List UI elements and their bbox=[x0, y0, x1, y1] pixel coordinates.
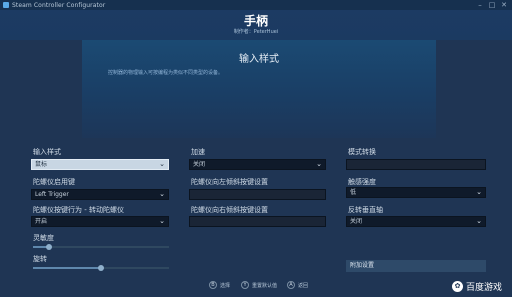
minimize-button[interactable]: – bbox=[474, 0, 486, 10]
maximize-button[interactable]: □ bbox=[486, 0, 498, 10]
author-label: 制作者：PeterHuei bbox=[233, 29, 279, 35]
chevron-down-icon: ⌄ bbox=[476, 188, 482, 196]
sensitivity-knob[interactable] bbox=[46, 244, 53, 250]
extra-settings-button[interactable]: 附加设置 bbox=[346, 260, 486, 272]
haptics-select[interactable]: 低 ⌄ bbox=[346, 187, 486, 198]
chevron-down-icon: ⌄ bbox=[316, 160, 322, 168]
input-style-value: 鼠标 bbox=[35, 161, 48, 168]
window-controls: – □ ✕ bbox=[474, 0, 510, 10]
invert-vertical-value: 关闭 bbox=[350, 218, 363, 225]
back-hint-label: 返回 bbox=[298, 282, 309, 289]
rotation-knob[interactable] bbox=[98, 265, 104, 271]
footer-bar: B 选择 Y 重置默认值 A 返回 bbox=[0, 277, 512, 297]
select-hint[interactable]: B 选择 bbox=[209, 281, 230, 289]
gyro-behavior-value: 开启 bbox=[35, 218, 48, 225]
a-button-icon: A bbox=[287, 281, 295, 289]
y-button-icon: Y bbox=[241, 281, 249, 289]
invert-vertical-label: 反转垂直轴 bbox=[348, 206, 383, 214]
input-style-label: 输入样式 bbox=[33, 148, 61, 156]
back-hint[interactable]: A 返回 bbox=[287, 281, 308, 289]
gyro-enable-label: 陀螺仪启用键 bbox=[33, 178, 75, 186]
mode-shift-label: 模式转换 bbox=[348, 148, 376, 156]
page-header: 手柄 制作者：PeterHuei bbox=[0, 10, 512, 40]
left-tilt-label: 陀螺仪向左倾斜按键设置 bbox=[191, 178, 268, 186]
steam-app-icon bbox=[3, 2, 9, 8]
select-hint-label: 选择 bbox=[220, 282, 231, 289]
gyro-behavior-select[interactable]: 开启 ⌄ bbox=[31, 216, 169, 227]
right-tilt-label: 陀螺仪向右倾斜按键设置 bbox=[191, 206, 268, 214]
paw-logo-icon: ✿ bbox=[452, 281, 463, 292]
chevron-down-icon: ⌄ bbox=[476, 217, 482, 225]
mode-shift-field[interactable] bbox=[346, 159, 486, 170]
input-style-select[interactable]: 鼠标 ⌄ bbox=[31, 159, 169, 170]
gyro-enable-value: Left Trigger bbox=[35, 191, 69, 198]
b-button-icon: B bbox=[209, 281, 217, 289]
page-title: 手柄 bbox=[243, 14, 268, 28]
info-panel: 输入样式 控制器的物理输入可按编程为类似不同类型的设备。 bbox=[82, 40, 436, 138]
rotation-fill bbox=[33, 267, 101, 269]
gyro-behavior-label: 陀螺仪按键行为 - 转动陀螺仪 bbox=[33, 206, 124, 214]
panel-title: 输入样式 bbox=[239, 54, 279, 65]
chevron-down-icon: ⌄ bbox=[159, 217, 165, 225]
accel-select[interactable]: 关闭 ⌄ bbox=[189, 159, 326, 170]
chevron-down-icon: ⌄ bbox=[159, 190, 165, 198]
invert-vertical-select[interactable]: 关闭 ⌄ bbox=[346, 216, 486, 227]
haptics-value: 低 bbox=[350, 189, 357, 196]
reset-hint[interactable]: Y 重置默认值 bbox=[241, 281, 277, 289]
sensitivity-slider[interactable] bbox=[33, 244, 169, 250]
gyro-enable-select[interactable]: Left Trigger ⌄ bbox=[31, 189, 169, 200]
left-tilt-binding-field[interactable] bbox=[189, 189, 326, 200]
reset-hint-label: 重置默认值 bbox=[252, 282, 278, 289]
chevron-down-icon: ⌄ bbox=[159, 160, 165, 168]
haptics-label: 触感强度 bbox=[348, 178, 376, 186]
watermark: ✿ 百度游戏 bbox=[452, 280, 502, 293]
window-title: Steam Controller Configurator bbox=[12, 1, 106, 9]
rotation-slider[interactable] bbox=[33, 265, 169, 271]
watermark-text: 百度游戏 bbox=[466, 283, 503, 293]
rotation-label: 旋转 bbox=[33, 255, 47, 263]
accel-value: 关闭 bbox=[193, 161, 206, 168]
close-button[interactable]: ✕ bbox=[498, 0, 510, 10]
right-tilt-binding-field[interactable] bbox=[189, 216, 326, 227]
panel-description: 控制器的物理输入可按编程为类似不同类型的设备。 bbox=[108, 70, 224, 76]
sensitivity-label: 灵敏度 bbox=[33, 234, 54, 242]
title-bar: Steam Controller Configurator – □ ✕ bbox=[0, 0, 512, 10]
accel-label: 加速 bbox=[191, 148, 205, 156]
